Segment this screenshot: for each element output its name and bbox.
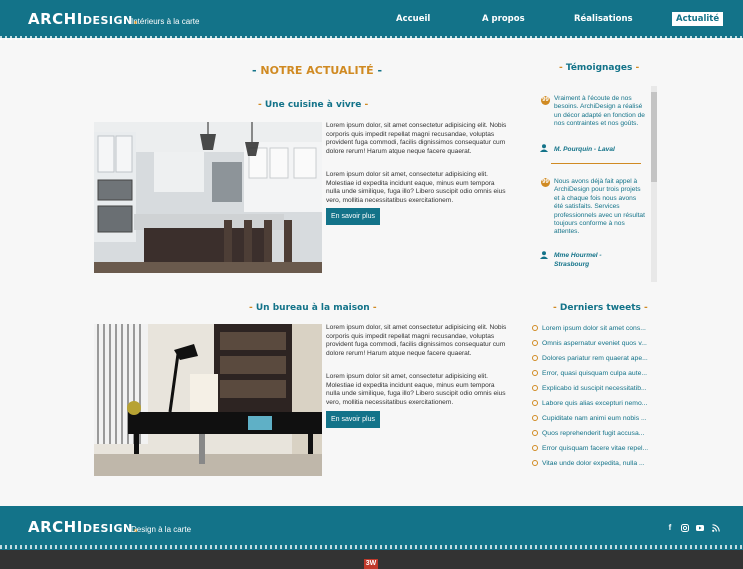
header-stitch-divider: [0, 36, 743, 40]
testimonial-separator: [551, 163, 641, 164]
tweet-item[interactable]: Quos reprehenderit fugit accusa...: [532, 430, 644, 437]
footer-stitch-divider: [0, 545, 743, 549]
tweet-item[interactable]: Error quisquam facere vitae repel...: [532, 445, 648, 452]
office-image: [94, 324, 322, 476]
nav-realisations[interactable]: Réalisations: [574, 14, 633, 24]
tweet-item[interactable]: Explicabo id suscipit necessitatib...: [532, 385, 647, 392]
page-title: - NOTRE ACTUALITÉ -: [252, 64, 383, 77]
tweet-item[interactable]: Dolores pariatur rem quaerat ape...: [532, 355, 648, 362]
testimonial-2-author: Mme Hourmel - Strasbourg: [554, 252, 602, 268]
tweet-item[interactable]: Cupiditate nam animi eum nobis ...: [532, 415, 647, 422]
article-2-paragraph-1: Lorem ipsum dolor, sit amet consectetur …: [326, 324, 507, 357]
article-1-paragraph-1: Lorem ipsum dolor, sit amet consectetur …: [326, 122, 507, 155]
testimonials-title: - Témoignages -: [559, 63, 640, 73]
tweet-item[interactable]: Labore quis alias excepturi nemo...: [532, 400, 647, 407]
article-2-read-more-button[interactable]: En savoir plus: [326, 411, 380, 428]
scrollbar-thumb[interactable]: [651, 92, 657, 182]
instagram-icon[interactable]: [681, 524, 689, 532]
quote-icon: 99: [541, 96, 550, 105]
facebook-icon[interactable]: f: [666, 524, 674, 532]
article-1-read-more-button[interactable]: En savoir plus: [326, 208, 380, 225]
article-title-cuisine: - Une cuisine à vivre -: [258, 100, 369, 110]
testimonial-2-text: Nous avons déjà fait appel à ArchiDesign…: [554, 178, 645, 236]
rss-icon[interactable]: [712, 524, 720, 532]
tweet-item[interactable]: Vitae unde dolor expedita, nulla ...: [532, 460, 645, 467]
person-icon: [540, 144, 548, 152]
nav-a-propos[interactable]: A propos: [482, 14, 525, 24]
w3-badge[interactable]: 3W: [364, 559, 378, 569]
person-icon: [540, 251, 548, 259]
footer-logo[interactable]: ARCHIDESIGN.: [28, 517, 139, 536]
testimonial-1-text: Vraiment à l'écoute de nos besoins. Arch…: [554, 95, 645, 128]
footer-tagline: Design à la carte: [131, 525, 192, 534]
article-title-bureau: - Un bureau à la maison -: [249, 303, 377, 313]
youtube-icon[interactable]: [696, 524, 704, 532]
nav-actualite[interactable]: Actualité: [672, 12, 724, 26]
article-1-paragraph-2: Lorem ipsum dolor sit amet, consectetur …: [326, 171, 506, 204]
testimonial-1-author: M. Pourquin - Laval: [554, 146, 615, 153]
tweet-item[interactable]: Error, quasi quisquam culpa aute...: [532, 370, 647, 377]
quote-icon: 99: [541, 178, 550, 187]
tweet-item[interactable]: Lorem ipsum dolor sit amet cons...: [532, 325, 646, 332]
article-2-paragraph-2: Lorem ipsum dolor sit amet, consectetur …: [326, 373, 506, 406]
kitchen-image: [94, 122, 322, 273]
header-logo[interactable]: ARCHIDESIGN.: [28, 9, 139, 28]
tweet-item[interactable]: Omnis aspernatur eveniet quos v...: [532, 340, 647, 347]
nav-accueil[interactable]: Accueil: [396, 14, 430, 24]
testimonials-scrollbar[interactable]: [651, 86, 657, 282]
tweets-title: - Derniers tweets -: [553, 303, 648, 313]
header-tagline: Intérieurs à la carte: [131, 17, 200, 26]
